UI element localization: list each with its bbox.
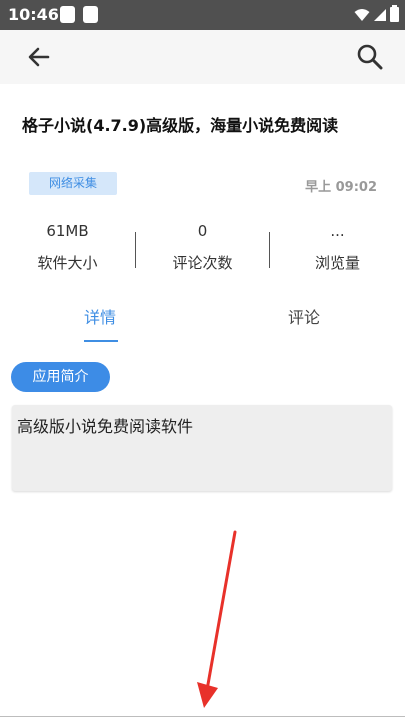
stat-label: 评论次数 (172, 254, 233, 272)
intro-box: 高级版小说免费阅读软件 (12, 405, 392, 491)
notification-icon (60, 6, 75, 23)
intro-text: 高级版小说免费阅读软件 (17, 417, 194, 436)
post-time: 早上 09:02 (305, 180, 377, 195)
source-tag: 网络采集 (29, 172, 117, 195)
stat-views: ... 浏览量 (270, 222, 405, 273)
section-title-pill: 应用简介 (11, 362, 110, 392)
article-title: 格子小说(4.7.9)高级版，海量小说免费阅读 (22, 116, 339, 135)
status-icons (354, 5, 399, 24)
stat-value: 0 (197, 222, 208, 240)
nav-bar (0, 30, 405, 84)
tab-indicator (84, 340, 118, 342)
annotation-arrow-icon (197, 530, 237, 708)
status-time: 10:46 (8, 5, 59, 24)
stat-size: 61MB 软件大小 (0, 222, 135, 273)
back-arrow-icon[interactable] (24, 42, 54, 72)
tab-comments[interactable]: 评论 (288, 304, 320, 328)
stats-row: 61MB 软件大小 0 评论次数 ... 浏览量 (0, 222, 405, 282)
stat-value: 61MB (46, 222, 89, 240)
wifi-icon (354, 9, 370, 21)
status-bar: 10:46 (0, 0, 405, 30)
tab-details[interactable]: 详情 (84, 304, 116, 328)
signal-icon (374, 9, 386, 21)
stat-label: 软件大小 (37, 254, 98, 272)
notification-icon (83, 6, 98, 23)
battery-icon (390, 5, 399, 23)
search-icon[interactable] (355, 42, 385, 72)
stat-value: ... (330, 222, 345, 240)
stat-comments: 0 评论次数 (135, 222, 270, 273)
bottom-divider (0, 716, 405, 717)
stat-label: 浏览量 (314, 254, 360, 272)
